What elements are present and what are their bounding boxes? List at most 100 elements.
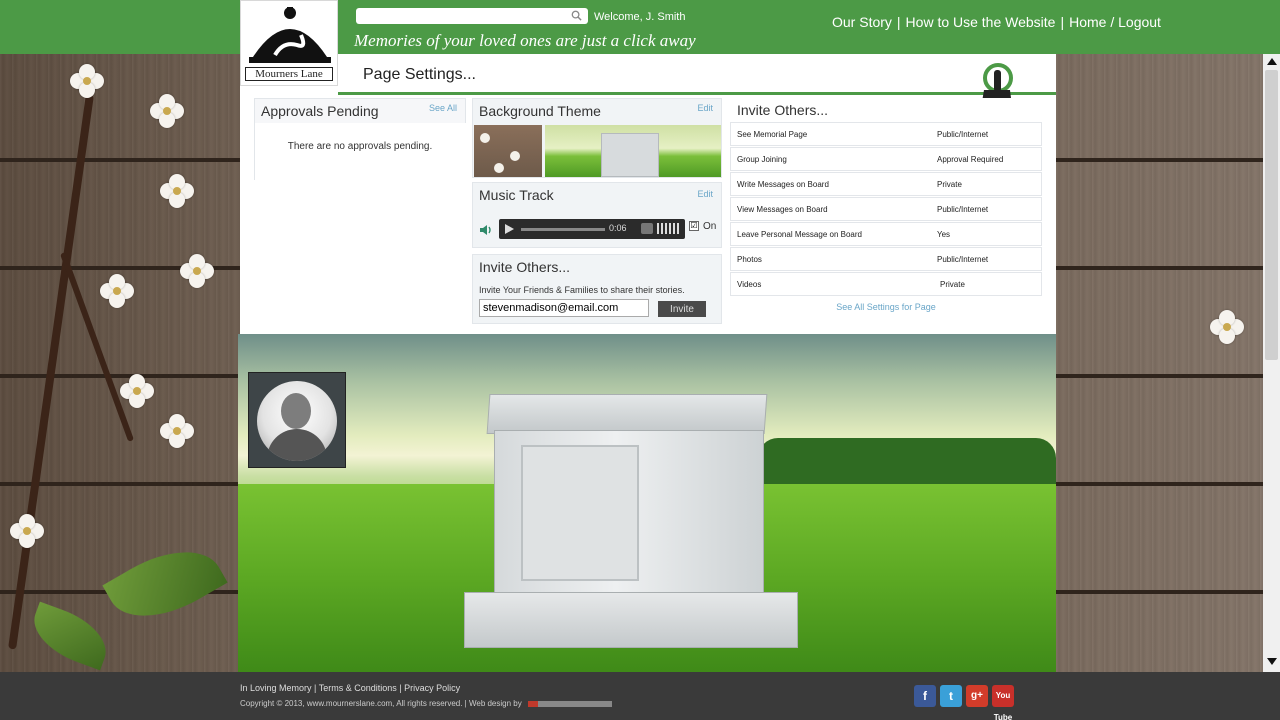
copyright-text: Copyright © 2013, www.mournerslane.com, … [240, 699, 522, 708]
footer-separator: | [314, 683, 317, 693]
logo-emblem-icon [249, 7, 331, 63]
permission-key: Write Messages on Board [737, 180, 829, 189]
permission-row[interactable]: View Messages on Board Public/Internet [730, 197, 1042, 221]
search-icon[interactable] [571, 10, 582, 21]
play-icon[interactable] [505, 224, 514, 234]
invite-card: Invite Others... Invite Your Friends & F… [472, 254, 722, 324]
permissions-title: Invite Others... [737, 102, 829, 118]
search-box[interactable] [356, 8, 588, 26]
memorial-portrait[interactable] [248, 372, 346, 468]
audio-player[interactable]: 0:06 [499, 219, 685, 239]
portrait-photo [257, 381, 337, 461]
invite-title: Invite Others... [479, 259, 571, 275]
edit-background-link[interactable]: Edit [697, 103, 713, 113]
see-all-settings-link[interactable]: See All Settings for Page [730, 302, 1042, 312]
web-designer-logo[interactable] [527, 700, 612, 707]
permission-key: Videos [737, 280, 762, 289]
permission-key: Leave Personal Message on Board [737, 230, 862, 239]
nav-our-story[interactable]: Our Story [832, 14, 892, 30]
portrait-shoulders [267, 429, 327, 461]
approvals-body [255, 123, 467, 181]
permission-value[interactable]: Public/Internet [937, 255, 988, 264]
permission-value[interactable]: Private [937, 180, 962, 189]
footer-separator: | [399, 683, 402, 693]
copyright-row: Copyright © 2013, www.mournerslane.com, … [240, 699, 612, 708]
memorial-hero-image [238, 334, 1056, 672]
page-settings-panel: Page Settings... Approvals Pending See A… [240, 54, 1056, 334]
nav-separator: | [896, 14, 901, 30]
permission-row[interactable]: Videos Private [730, 272, 1042, 296]
permission-key: Photos [737, 255, 762, 264]
flower [10, 514, 44, 548]
logo[interactable]: Mourners Lane [240, 0, 338, 86]
footer-link-terms[interactable]: Terms & Conditions [319, 683, 397, 693]
background-theme-title: Background Theme [479, 103, 601, 119]
invite-email-field[interactable] [479, 299, 649, 317]
youtube-icon[interactable]: You Tube [992, 685, 1014, 720]
flower [120, 374, 154, 408]
google-plus-icon[interactable]: g+ [966, 685, 988, 707]
approvals-card: Approvals Pending See All There are no a… [254, 98, 467, 181]
theme-thumbnail-wood[interactable] [474, 125, 542, 177]
permission-row[interactable]: Photos Public/Internet [730, 247, 1042, 271]
tombstone [494, 430, 764, 594]
leaf [24, 601, 116, 671]
permission-row[interactable]: Write Messages on Board Private [730, 172, 1042, 196]
scroll-up-arrow-icon[interactable] [1267, 58, 1277, 65]
permission-row[interactable]: Group Joining Approval Required [730, 147, 1042, 171]
music-track-title: Music Track [479, 187, 554, 203]
permission-value[interactable]: Public/Internet [937, 205, 988, 214]
permission-value[interactable]: Yes [937, 230, 950, 239]
permission-key: See Memorial Page [737, 130, 808, 139]
scroll-down-arrow-icon[interactable] [1267, 658, 1277, 665]
invite-subtitle: Invite Your Friends & Families to share … [479, 285, 685, 295]
permission-row[interactable]: See Memorial Page Public/Internet [730, 122, 1042, 146]
volume-icon[interactable] [641, 223, 653, 234]
search-input[interactable] [356, 10, 566, 26]
footer: In Loving Memory | Terms & Conditions | … [0, 672, 1280, 720]
footer-link-privacy[interactable]: Privacy Policy [404, 683, 460, 693]
left-branch [8, 94, 94, 650]
footer-link-in-loving-memory[interactable]: In Loving Memory [240, 683, 312, 693]
permission-key: View Messages on Board [737, 205, 828, 214]
nav-separator: | [1060, 14, 1065, 30]
theme-thumbnail-field[interactable] [545, 125, 721, 177]
flower [1210, 310, 1244, 344]
volume-slider[interactable] [657, 223, 681, 234]
tree-line [758, 438, 1056, 486]
audio-time: 0:06 [609, 223, 627, 233]
permissions-card: Invite Others... See Memorial Page Public… [730, 98, 1042, 322]
speaker-icon[interactable] [479, 223, 493, 237]
twitter-icon[interactable]: t [940, 685, 962, 707]
leaf [102, 530, 228, 638]
edit-music-link[interactable]: Edit [697, 189, 713, 199]
flower [160, 414, 194, 448]
nav-home-logout[interactable]: Home / Logout [1069, 14, 1161, 30]
flower [180, 254, 214, 288]
permission-key: Group Joining [737, 155, 787, 164]
title-divider [338, 92, 1056, 95]
welcome-text: Welcome, J. Smith [594, 11, 686, 23]
facebook-icon[interactable]: f [914, 685, 936, 707]
permission-value[interactable]: Approval Required [937, 155, 1003, 164]
permission-value[interactable]: Private [940, 280, 965, 289]
permission-value[interactable]: Public/Internet [937, 130, 988, 139]
footer-links: In Loving Memory | Terms & Conditions | … [240, 683, 460, 693]
nav-how-to-use[interactable]: How to Use the Website [906, 14, 1056, 30]
flower [160, 174, 194, 208]
tagline: Memories of your loved ones are just a c… [354, 31, 696, 50]
music-on-checkbox[interactable]: ☑ [689, 221, 699, 231]
audio-progress[interactable] [521, 228, 605, 231]
approvals-message: There are no approvals pending. [287, 141, 433, 152]
see-all-approvals-link[interactable]: See All [429, 103, 457, 113]
music-on-label: On [703, 221, 717, 232]
tomb-inscription-panel [521, 445, 639, 581]
scrollbar[interactable] [1263, 54, 1280, 672]
flower [100, 274, 134, 308]
scroll-thumb[interactable] [1265, 70, 1278, 360]
music-track-card: Music Track Edit 0:06 ☑ On [472, 182, 722, 248]
flower [150, 94, 184, 128]
flower [70, 64, 104, 98]
permission-row[interactable]: Leave Personal Message on Board Yes [730, 222, 1042, 246]
invite-button[interactable]: Invite [658, 301, 706, 317]
